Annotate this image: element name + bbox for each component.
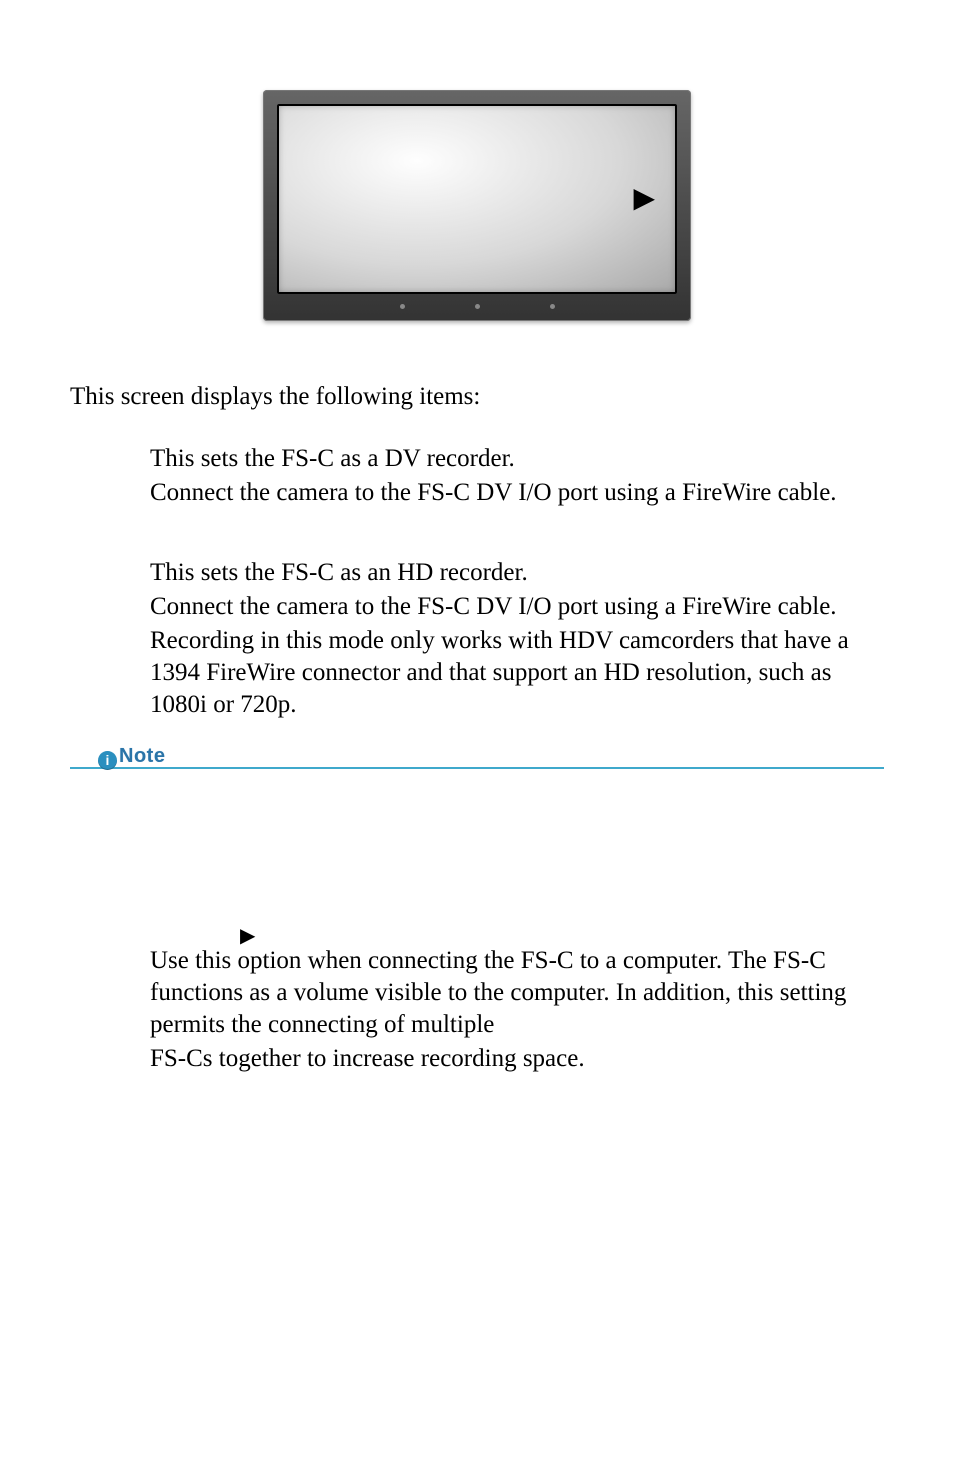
hd-line-1: This sets the FS-C as an HD recorder. (150, 557, 884, 589)
intro-text: This screen displays the following items… (70, 381, 884, 413)
device-screen: ▶ (277, 104, 677, 294)
dv-line-2: Connect the camera to the FS-C DV I/O po… (150, 477, 884, 509)
volume-line-1: Use this option when connecting the FS-C… (150, 945, 884, 1041)
hd-section: This sets the FS-C as an HD recorder. Co… (70, 557, 884, 721)
play-triangle-icon (150, 919, 884, 945)
dv-line-1: This sets the FS-C as a DV recorder. (150, 443, 884, 475)
note-label: Note (119, 744, 165, 770)
hd-line-2: Connect the camera to the FS-C DV I/O po… (150, 591, 884, 623)
device-illustration: ▶ (70, 90, 884, 321)
dv-section: This sets the FS-C as a DV recorder. Con… (70, 443, 884, 509)
volume-line-2: FS-Cs together to increase recording spa… (150, 1043, 884, 1075)
hd-line-3: Recording in this mode only works with H… (150, 625, 884, 721)
device-frame: ▶ (263, 90, 691, 321)
info-icon: i (98, 751, 117, 770)
play-triangle-icon: ▶ (633, 181, 655, 217)
device-button-dots (277, 294, 677, 311)
volume-section: Use this option when connecting the FS-C… (70, 919, 884, 1075)
note-divider: i Note (70, 741, 884, 769)
